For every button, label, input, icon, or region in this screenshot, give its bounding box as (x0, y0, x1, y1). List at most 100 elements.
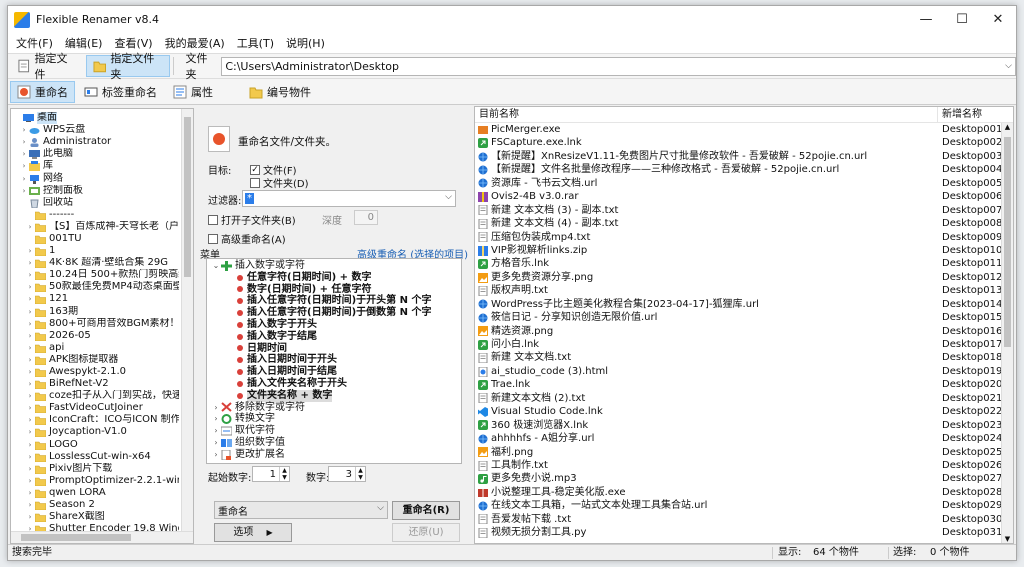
rename-mode-button[interactable]: 重命名 (10, 80, 75, 103)
tree-item[interactable]: › Pixiv图片下载 (13, 463, 179, 475)
table-row[interactable]: 压缩包伪装成mp4.txt Desktop009.tx (475, 231, 1013, 244)
folder-tree[interactable]: 桌面 › WPS云盘 › Administrator › 此电脑 › 库 › 网络 › 控制面板 回收站 -… (10, 108, 194, 544)
advanced-rename-box[interactable] (208, 233, 218, 244)
menu-option[interactable]: 文件夹名称 + 数字 (207, 389, 461, 402)
tree-item[interactable]: › Awespykt-2.1.0 (13, 366, 179, 378)
table-row[interactable]: 精选资源.png Desktop016.pr (475, 325, 1013, 338)
scroll-down-arrow-icon[interactable]: ▼ (1002, 535, 1013, 543)
tree-item[interactable]: › LOGO (13, 439, 179, 451)
tree-expand-icon[interactable]: › (19, 124, 29, 136)
tree-expand-icon[interactable]: › (19, 160, 29, 172)
table-row[interactable]: 更多免费资源分享.png Desktop012.pr (475, 271, 1013, 284)
menu-tools[interactable]: 工具(T) (231, 35, 280, 51)
menu-group[interactable]: › 更改扩展名 (207, 449, 461, 461)
tree-expand-icon[interactable]: › (25, 487, 35, 499)
tree-expand-icon[interactable]: › (19, 136, 29, 148)
table-row[interactable]: Visual Studio Code.lnk Desktop022.lnl (475, 405, 1013, 418)
expand-icon[interactable]: ⌄ (211, 260, 221, 272)
select-folder-button[interactable]: 指定文件夹 (85, 52, 171, 81)
table-row[interactable]: 新建文本文档 (2).txt Desktop021.tx (475, 392, 1013, 405)
menu-option[interactable]: 数字(日期时间) + 任意字符 (207, 284, 461, 296)
tree-item[interactable]: › Administrator (13, 136, 179, 148)
menu-group[interactable]: › 组织数字值 (207, 437, 461, 449)
spinner-arrows-icon[interactable]: ▲ ▼ (279, 467, 289, 481)
tree-expand-icon[interactable]: › (25, 475, 35, 487)
column-new-name[interactable]: 新增名称 (938, 107, 982, 122)
spinner-arrows-icon[interactable]: ▲ ▼ (355, 467, 365, 481)
tree-item[interactable]: › 10.24日 500+款热门剪映高级感字 (13, 269, 179, 281)
close-button[interactable]: ✕ (980, 6, 1016, 33)
depth-input[interactable]: 0 (354, 210, 378, 225)
tree-expand-icon[interactable]: › (25, 463, 35, 475)
tree-expand-icon[interactable]: › (25, 354, 35, 366)
tree-scroll-thumb[interactable] (184, 117, 191, 277)
table-row[interactable]: 方格音乐.lnk Desktop011.lnl (475, 257, 1013, 270)
menu-group[interactable]: › 取代字符 (207, 425, 461, 437)
numbering-button[interactable]: 编号物件 (242, 81, 318, 103)
tag-rename-button[interactable]: 标签重命名 (77, 81, 164, 103)
table-row[interactable]: 新建 文本文档 (4) - 副本.txt Desktop008.tx (475, 217, 1013, 230)
tree-item[interactable]: › 1 (13, 245, 179, 257)
tree-expand-icon[interactable]: › (25, 245, 35, 257)
menu-file[interactable]: 文件(F) (10, 35, 59, 51)
tree-item[interactable]: › BiRefNet-V2 (13, 378, 179, 390)
action-combo[interactable]: 重命名 ⌵ (214, 501, 388, 519)
tree-horizontal-scrollbar[interactable] (11, 531, 193, 543)
tree-item[interactable]: › PromptOptimizer-2.2.1-win-x64 (13, 475, 179, 487)
chevron-down-icon[interactable]: ⌵ (445, 192, 452, 202)
scroll-up-arrow-icon[interactable]: ▲ (1002, 123, 1013, 131)
table-row[interactable]: Trae.lnk Desktop020.lnl (475, 378, 1013, 391)
restore-button[interactable]: 还原(U) (392, 523, 460, 542)
tree-item[interactable]: 桌面 (13, 112, 179, 125)
tree-expand-icon[interactable]: › (25, 414, 35, 426)
properties-button[interactable]: 属性 (166, 81, 220, 103)
table-row[interactable]: ahhhhfs - A姐分享.url Desktop024.ur (475, 432, 1013, 445)
options-button[interactable]: 选项 ▶ (214, 523, 292, 542)
table-row[interactable]: 在线文本工具箱，一站式文本处理工具集合站.url Desktop029.ur (475, 499, 1013, 512)
tree-expand-icon[interactable]: › (25, 378, 35, 390)
menu-option[interactable]: 插入任意字符(日期时间)于倒数第 N 个字 (207, 307, 461, 319)
table-row[interactable]: 新建 文本文档 (3) - 副本.txt Desktop007.tx (475, 204, 1013, 217)
table-row[interactable]: 工具制作.txt Desktop026.tx (475, 459, 1013, 472)
tree-expand-icon[interactable]: › (25, 366, 35, 378)
start-number-spinner[interactable]: 1 ▲ ▼ (252, 466, 290, 482)
tree-item[interactable]: ------- (13, 209, 179, 221)
table-row[interactable]: 360 极速浏览器X.lnk Desktop023.lnl (475, 419, 1013, 432)
tree-expand-icon[interactable]: › (25, 342, 35, 354)
table-row[interactable]: 吾爱发帖下载 .txt Desktop030.tx (475, 513, 1013, 526)
table-row[interactable]: FSCapture.exe.lnk Desktop002.lnl (475, 136, 1013, 149)
table-row[interactable]: 资源库 - 飞书云文档.url Desktop005.ur (475, 177, 1013, 190)
table-row[interactable]: VIP影视解析links.zip Desktop010.zi (475, 244, 1013, 257)
menu-option[interactable]: 插入文件夹名称于开头 (207, 378, 461, 390)
tree-expand-icon[interactable]: › (25, 330, 35, 342)
table-row[interactable]: 【新提醒】文件名批量修改程序——三种修改格式 - 吾爱破解 - 52pojie.… (475, 163, 1013, 176)
folder-checkbox-box[interactable] (250, 177, 260, 188)
table-row[interactable]: 筱信日记 - 分享知识创造无限价值.url Desktop015.ur (475, 311, 1013, 324)
tree-item[interactable]: › WPS云盘 (13, 124, 179, 136)
expand-icon[interactable]: › (211, 402, 221, 414)
filter-combo[interactable]: * ⌵ (242, 190, 456, 207)
chevron-down-icon[interactable]: ⌵ (377, 503, 384, 513)
table-row[interactable]: 视频无损分割工具.py Desktop031.py (475, 526, 1013, 539)
tree-expand-icon[interactable]: › (25, 318, 35, 330)
tree-item[interactable]: 001TU (13, 233, 179, 245)
tree-item[interactable]: › api (13, 342, 179, 354)
tree-item[interactable]: › 4K·8K 超清·壁纸合集 29G (13, 257, 179, 269)
maximize-button[interactable]: ☐ (944, 6, 980, 33)
table-row[interactable]: WordPress子比主题美化教程合集[2023-04-17]-狐狸库.url D… (475, 298, 1013, 311)
table-row[interactable]: 版权声明.txt Desktop013.tx (475, 284, 1013, 297)
tree-item[interactable]: › APK图标提取器 (13, 354, 179, 366)
table-row[interactable]: 【新提醒】XnResizeV1.11-免费图片尺寸批量修改软件 - 吾爱破解 -… (475, 150, 1013, 163)
tree-expand-icon[interactable]: › (25, 511, 35, 523)
table-row[interactable]: 新建 文本文档.txt Desktop018.tx (475, 351, 1013, 364)
menu-group[interactable]: › 移除数字或字符 (207, 402, 461, 414)
tree-expand-icon[interactable]: › (19, 148, 29, 160)
menu-option[interactable]: 插入日期时间于结尾 (207, 366, 461, 378)
tree-item[interactable]: › 800+可商用音效BGM素材！全中文 (13, 318, 179, 330)
tree-expand-icon[interactable]: › (25, 281, 35, 293)
table-row[interactable]: 小说整理工具-稳定美化版.exe Desktop028.ex (475, 486, 1013, 499)
tree-expand-icon[interactable]: › (25, 499, 35, 511)
tree-expand-icon[interactable]: › (25, 390, 35, 402)
tree-item[interactable]: 回收站 (13, 197, 179, 209)
tree-expand-icon[interactable]: › (25, 451, 35, 463)
